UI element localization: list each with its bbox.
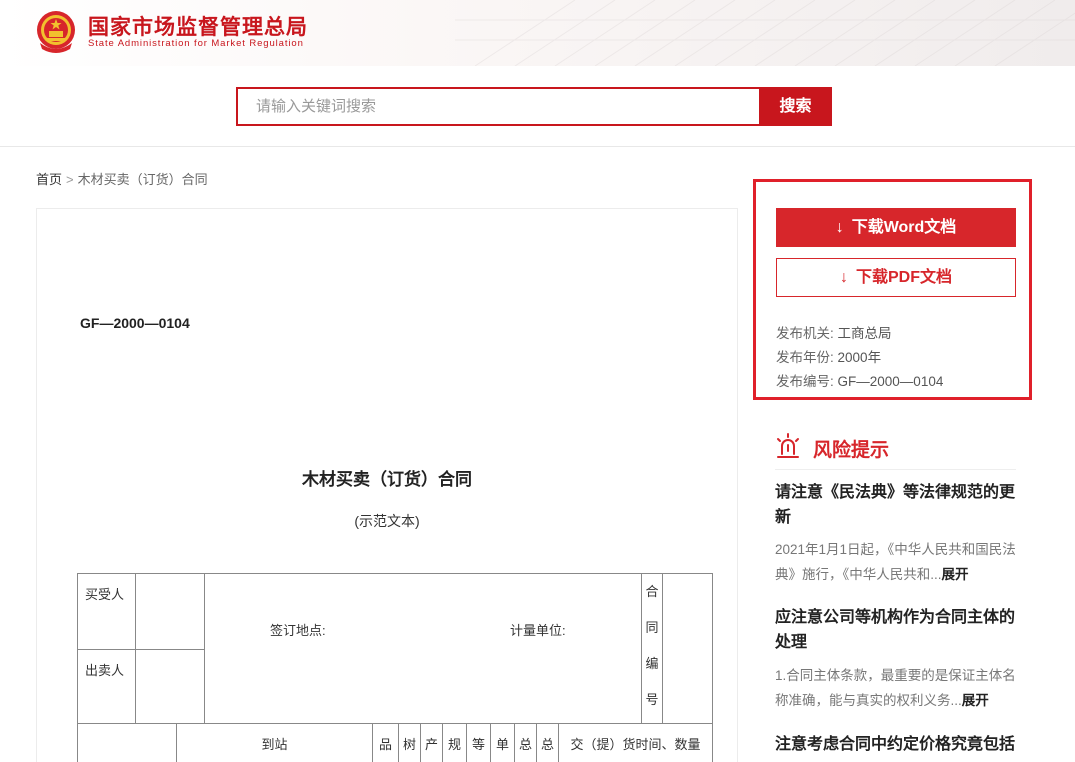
breadcrumb-current: 木材买卖（订货）合同 bbox=[77, 172, 208, 187]
breadcrumb-home-link[interactable]: 首页 bbox=[36, 172, 62, 187]
document-preview: GF—2000—0104 木材买卖（订货）合同 (示范文本) 买受人 签订地点:… bbox=[36, 208, 738, 762]
meta-value: 2000年 bbox=[837, 350, 882, 365]
download-pdf-button[interactable]: ↓ 下载PDF文档 bbox=[776, 258, 1016, 297]
risk-article-title[interactable]: 应注意公司等机构作为合同主体的处理 bbox=[775, 605, 1025, 655]
station-header: 到站 bbox=[176, 723, 373, 762]
table-header-cell: 规 bbox=[442, 723, 467, 762]
document-subtitle: (示范文本) bbox=[354, 513, 420, 529]
risk-article-summary: 1.合同主体条款，最重要的是保证主体名称准确，能与真实的权利义务...展开 bbox=[775, 663, 1025, 713]
contract-no-char: 同 bbox=[645, 620, 659, 635]
download-panel: ↓ 下载Word文档 ↓ 下载PDF文档 发布机关: 工商总局 发布年份: 2000… bbox=[753, 179, 1032, 400]
download-icon: ↓ bbox=[835, 219, 844, 236]
meta-key: 发布年份: bbox=[776, 350, 834, 365]
expand-link[interactable]: 展开 bbox=[942, 567, 969, 582]
download-icon: ↓ bbox=[839, 269, 848, 286]
search-bar: 搜索 bbox=[0, 66, 1075, 147]
risk-article-text: 2021年1月1日起，《中华人民共和国民法典》施行，《中华人民共和... bbox=[775, 542, 1016, 582]
search-input[interactable] bbox=[236, 87, 760, 126]
site-subtitle: State Administration for Market Regulati… bbox=[88, 38, 304, 49]
table-header-cell: 树 bbox=[398, 723, 421, 762]
table-header-cell: 产 bbox=[420, 723, 443, 762]
table-header-cell: 总 bbox=[514, 723, 537, 762]
document-title: 木材买卖（订货）合同 bbox=[302, 470, 472, 489]
download-word-label: 下载Word文档 bbox=[851, 219, 957, 236]
table-header-cell bbox=[77, 723, 177, 762]
risk-article-summary: 2021年1月1日起，《中华人民共和国民法典》施行，《中华人民共和...展开 bbox=[775, 537, 1025, 587]
contract-no-char: 编 bbox=[645, 656, 659, 671]
contract-no-value-cell bbox=[662, 573, 713, 724]
breadcrumb: 首页 > 木材买卖（订货）合同 bbox=[36, 169, 208, 188]
risk-section-title: 风险提示 bbox=[813, 440, 890, 461]
header-decoration bbox=[455, 0, 1075, 66]
contract-no-char: 号 bbox=[645, 692, 659, 707]
meta-key: 发布机关: bbox=[776, 326, 834, 341]
unit-label: 计量单位: bbox=[510, 623, 566, 638]
download-word-button[interactable]: ↓ 下载Word文档 bbox=[776, 208, 1016, 247]
risk-article-title[interactable]: 请注意《民法典》等法律规范的更新 bbox=[775, 480, 1025, 530]
search-button[interactable]: 搜索 bbox=[759, 87, 832, 126]
download-pdf-label: 下载PDF文档 bbox=[855, 269, 952, 286]
contract-table: 买受人 签订地点: 计量单位: 合 同 编 号 出卖人 到站 品 树 产 规 等… bbox=[77, 573, 713, 762]
table-header-cell: 品 bbox=[372, 723, 399, 762]
site-header: 国家市场监督管理总局 State Administration for Mark… bbox=[0, 0, 1075, 66]
table-header-cell: 单 bbox=[490, 723, 515, 762]
divider bbox=[775, 469, 1016, 470]
place-unit-cell: 签订地点: 计量单位: bbox=[204, 573, 642, 724]
risk-article-title[interactable]: 注意考虑合同中约定价格究竟包括 bbox=[775, 732, 1025, 757]
alarm-light-icon bbox=[777, 433, 799, 458]
breadcrumb-separator: > bbox=[66, 172, 74, 187]
buyer-label: 买受人 bbox=[85, 587, 125, 602]
meta-value: GF—2000—0104 bbox=[837, 374, 944, 389]
meta-key: 发布编号: bbox=[776, 374, 834, 389]
site-title[interactable]: 国家市场监督管理总局 bbox=[88, 11, 308, 41]
table-header-cell: 等 bbox=[466, 723, 491, 762]
buyer-label-cell: 买受人 bbox=[77, 573, 136, 650]
seller-label: 出卖人 bbox=[85, 663, 125, 678]
table-header-cell: 总 bbox=[536, 723, 559, 762]
national-emblem-logo[interactable] bbox=[34, 9, 78, 55]
delivery-header: 交（提）货时间、数量 bbox=[558, 723, 713, 762]
contract-no-label-cell: 合 同 编 号 bbox=[641, 573, 663, 724]
seller-label-cell: 出卖人 bbox=[77, 649, 136, 724]
meta-year: 发布年份: 2000年 bbox=[776, 346, 881, 366]
meta-number: 发布编号: GF—2000—0104 bbox=[776, 370, 943, 390]
contract-no-char: 合 bbox=[645, 584, 659, 599]
expand-link[interactable]: 展开 bbox=[962, 693, 989, 708]
document-code: GF—2000—0104 bbox=[80, 315, 190, 331]
meta-issuer: 发布机关: 工商总局 bbox=[776, 322, 892, 342]
seller-value-cell bbox=[135, 649, 205, 724]
sign-place-label: 签订地点: bbox=[270, 623, 326, 638]
buyer-value-cell bbox=[135, 573, 205, 650]
meta-value: 工商总局 bbox=[837, 326, 892, 341]
